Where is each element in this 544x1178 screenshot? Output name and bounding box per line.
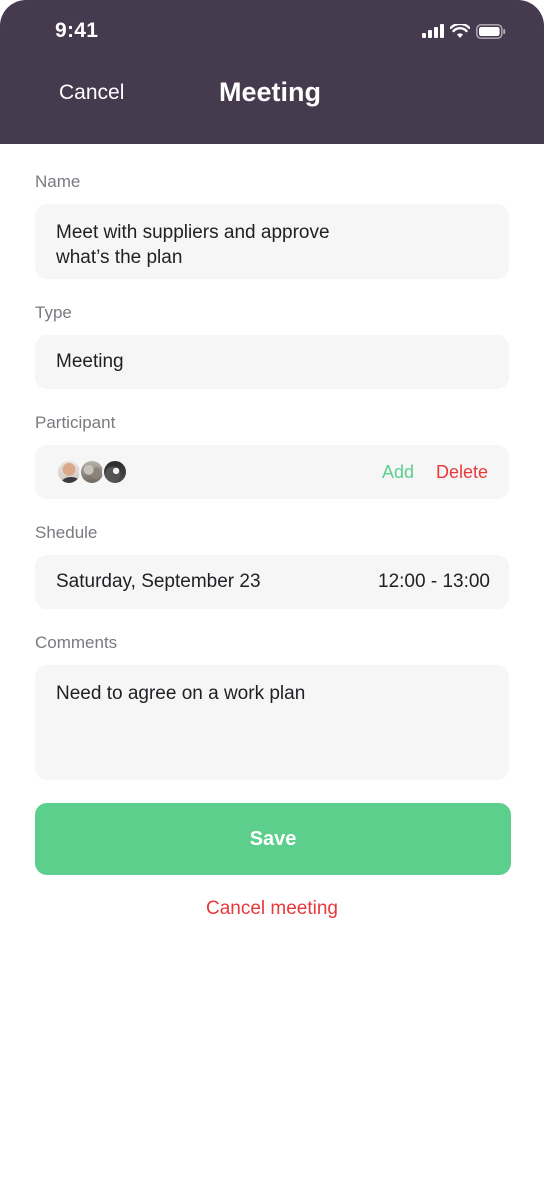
save-button[interactable]: Save (35, 803, 511, 875)
app-header: 9:41 Cancel Meeting (0, 0, 544, 144)
participant-actions: Add Delete (382, 462, 488, 483)
name-label: Name (35, 172, 81, 191)
add-participant-button[interactable]: Add (382, 462, 414, 483)
header-cancel-button[interactable]: Cancel (59, 81, 124, 105)
participant-avatars[interactable] (56, 459, 128, 485)
signal-icon (422, 24, 444, 38)
participant-field: Add Delete (35, 445, 509, 499)
participant-label: Participant (35, 413, 116, 432)
schedule-date: Saturday, September 23 (56, 571, 261, 592)
name-value-line-2: what’s the plan (56, 247, 183, 268)
status-time: 9:41 (55, 19, 99, 42)
battery-icon (476, 23, 506, 39)
type-label: Type (35, 303, 72, 322)
type-field[interactable]: Meeting (35, 335, 509, 389)
comments-value: Need to agree on a work plan (56, 683, 306, 704)
avatar (102, 459, 128, 485)
schedule-time: 12:00 - 13:00 (378, 571, 490, 592)
wifi-icon (450, 23, 470, 38)
status-icons (422, 21, 506, 41)
name-value-line-1: Meet with suppliers and approve (56, 222, 330, 243)
delete-participant-button[interactable]: Delete (436, 462, 488, 483)
type-value: Meeting (56, 351, 124, 372)
schedule-field[interactable]: Saturday, September 23 12:00 - 13:00 (35, 555, 509, 609)
name-field[interactable]: Meet with suppliers and approve what’s t… (35, 204, 509, 279)
page-title: Meeting (219, 77, 322, 107)
comments-label: Comments (35, 633, 118, 652)
schedule-label: Shedule (35, 523, 98, 542)
cancel-meeting-button[interactable]: Cancel meeting (0, 898, 544, 920)
comments-field[interactable]: Need to agree on a work plan (35, 665, 509, 780)
